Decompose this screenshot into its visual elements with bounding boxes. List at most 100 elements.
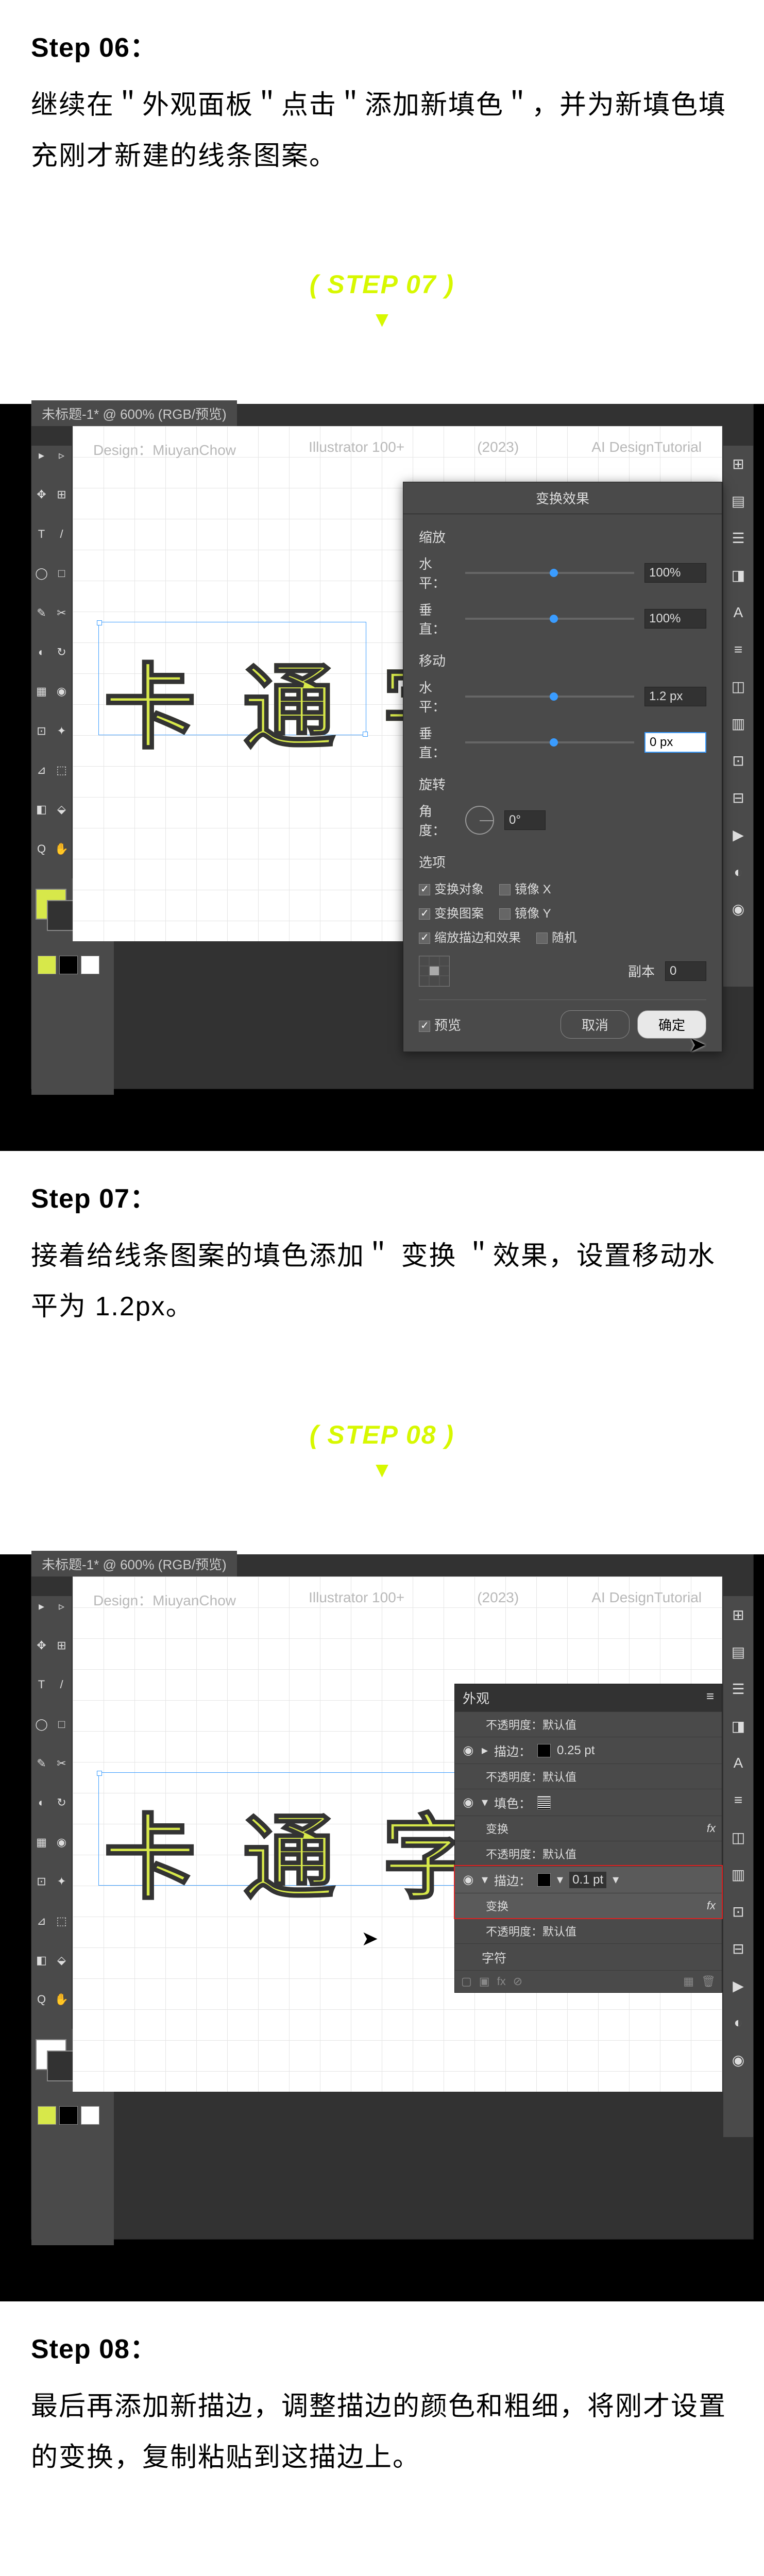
move-h-input[interactable]: 1.2 px	[644, 687, 706, 706]
visibility-toggle-icon[interactable]: ◉	[461, 1872, 476, 1887]
artboard-tool-icon[interactable]: ⬚	[52, 760, 72, 780]
align-panel-icon[interactable]: ◫	[723, 1819, 753, 1856]
visibility-toggle-icon[interactable]: ◉	[461, 1743, 476, 1758]
wand-tool-icon[interactable]: ✥	[31, 485, 52, 505]
blend-tool-icon[interactable]: ✦	[52, 1872, 72, 1892]
duplicate-item-icon[interactable]: ▦	[683, 1975, 694, 1988]
move-v-slider[interactable]	[465, 741, 634, 743]
swatches-panel-icon[interactable]: ◨	[723, 1707, 753, 1744]
stroke2-value[interactable]: 0.1 pt	[569, 1872, 606, 1888]
properties-panel-icon[interactable]: ⊞	[723, 446, 753, 483]
preview-checkbox[interactable]	[419, 1021, 430, 1032]
libraries-panel-icon[interactable]: ☰	[723, 520, 753, 557]
scale-v-slider[interactable]	[465, 618, 634, 620]
selection-tool-icon[interactable]: ▸	[31, 446, 52, 466]
stroke-row-2-selected[interactable]: ◉ ▾ 描边： ▾ 0.1 pt ▾	[455, 1866, 722, 1893]
swatch-black[interactable]	[59, 956, 78, 974]
lasso-tool-icon[interactable]: ⊞	[52, 485, 72, 505]
scale-stroke-checkbox[interactable]	[419, 933, 430, 944]
zoom-tool-icon[interactable]: Q	[31, 839, 52, 859]
type-tool-icon[interactable]: T	[31, 1675, 52, 1695]
scale-h-slider[interactable]	[465, 572, 634, 574]
opacity-row-4[interactable]: 不透明度：默认值	[455, 1918, 722, 1943]
document-tab[interactable]: 未标题-1* @ 600% (RGB/预览)	[31, 1551, 237, 1577]
swatch-white[interactable]	[81, 2106, 99, 2125]
paragraph-panel-icon[interactable]: ≡	[723, 1782, 753, 1819]
pathfinder-panel-icon[interactable]: ▥	[723, 1856, 753, 1893]
scissors-tool-icon[interactable]: ✂	[52, 1754, 72, 1774]
gradient-panel-icon[interactable]: ◉	[723, 2041, 753, 2078]
cancel-button[interactable]: 取消	[561, 1010, 630, 1039]
fill-transform-row[interactable]: 变换 fx	[455, 1816, 722, 1841]
eyedropper-tool-icon[interactable]: ⊡	[31, 721, 52, 741]
visibility-toggle-icon[interactable]: ◉	[461, 1795, 476, 1810]
paragraph-panel-icon[interactable]: ≡	[723, 631, 753, 668]
type-panel-icon[interactable]: A	[723, 594, 753, 631]
artboard-tool-icon[interactable]: ⬚	[52, 1911, 72, 1931]
slice-tool-icon[interactable]: ◧	[31, 1950, 52, 1970]
lasso-tool-icon[interactable]: ⊞	[52, 1636, 72, 1656]
fill-row[interactable]: ◉ ▾ 填色：	[455, 1789, 722, 1816]
perspective-tool-icon[interactable]: ⬙	[52, 800, 72, 820]
mesh-tool-icon[interactable]: ▦	[31, 682, 52, 702]
line-tool-icon[interactable]: /	[52, 1675, 72, 1695]
wand-tool-icon[interactable]: ✥	[31, 1636, 52, 1656]
rotate-tool-icon[interactable]: ◐	[31, 1793, 52, 1813]
shape-builder-tool-icon[interactable]: ⊿	[31, 1911, 52, 1931]
slice-tool-icon[interactable]: ◧	[31, 800, 52, 820]
gradient-tool-icon[interactable]: ◉	[52, 1832, 72, 1852]
ellipse-tool-icon[interactable]: ◯	[31, 564, 52, 584]
pencil-tool-icon[interactable]: ✎	[31, 603, 52, 623]
add-effect-icon[interactable]: fx	[497, 1975, 506, 1988]
panel-menu-icon[interactable]: ≡	[706, 1688, 714, 1707]
hand-tool-icon[interactable]: ✋	[52, 839, 72, 859]
mesh-tool-icon[interactable]: ▦	[31, 1832, 52, 1852]
stroke2-transform-row[interactable]: 变换 fx	[455, 1893, 722, 1918]
rectangle-tool-icon[interactable]: □	[52, 564, 72, 584]
stroke1-value[interactable]: 0.25 pt	[557, 1743, 595, 1758]
random-checkbox[interactable]	[536, 933, 548, 944]
transform-pattern-checkbox[interactable]	[419, 908, 430, 920]
add-new-fill-icon[interactable]: ▢	[461, 1975, 472, 1988]
angle-dial[interactable]	[465, 806, 494, 835]
mirror-x-checkbox[interactable]	[499, 884, 511, 895]
swatches-panel-icon[interactable]: ◨	[723, 557, 753, 594]
transform-panel-icon[interactable]: ⊡	[723, 742, 753, 779]
actions-panel-icon[interactable]: ▶	[723, 1967, 753, 2004]
stroke2-swatch[interactable]	[537, 1873, 551, 1887]
transform-panel-icon[interactable]: ⊡	[723, 1893, 753, 1930]
ellipse-tool-icon[interactable]: ◯	[31, 1714, 52, 1734]
selection-tool-icon[interactable]: ▸	[31, 1596, 52, 1616]
rectangle-tool-icon[interactable]: □	[52, 1714, 72, 1734]
gradient-panel-icon[interactable]: ◉	[723, 891, 753, 928]
layers-panel-icon[interactable]: ▤	[723, 1633, 753, 1670]
scissors-tool-icon[interactable]: ✂	[52, 603, 72, 623]
clear-appearance-icon[interactable]: ⊘	[513, 1975, 522, 1988]
swatch-yellow[interactable]	[38, 2106, 56, 2125]
scale-h-input[interactable]: 100%	[644, 563, 706, 583]
swatch-white[interactable]	[81, 956, 99, 974]
reflect-tool-icon[interactable]: ↻	[52, 642, 72, 662]
layers-panel-icon[interactable]: ▤	[723, 483, 753, 520]
line-tool-icon[interactable]: /	[52, 524, 72, 544]
angle-input[interactable]: 0°	[504, 810, 546, 830]
mirror-y-checkbox[interactable]	[499, 908, 511, 920]
pencil-tool-icon[interactable]: ✎	[31, 1754, 52, 1774]
opacity-row-1[interactable]: 不透明度：默认值	[455, 1711, 722, 1737]
opacity-row-2[interactable]: 不透明度：默认值	[455, 1764, 722, 1789]
copies-input[interactable]: 0	[665, 961, 706, 981]
type-tool-icon[interactable]: T	[31, 524, 52, 544]
move-h-slider[interactable]	[465, 696, 634, 698]
reference-point-grid[interactable]	[419, 956, 450, 987]
swatch-yellow[interactable]	[38, 956, 56, 974]
stroke-row-1[interactable]: ◉ ▸ 描边： 0.25 pt	[455, 1737, 722, 1764]
align-panel-icon[interactable]: ◫	[723, 668, 753, 705]
hand-tool-icon[interactable]: ✋	[52, 1990, 72, 2010]
scale-v-input[interactable]: 100%	[644, 609, 706, 629]
appearance-panel-icon[interactable]: ⊟	[723, 1930, 753, 1967]
color-panel-icon[interactable]: ◐	[723, 854, 753, 891]
fill-swatch[interactable]	[537, 1796, 551, 1809]
add-new-stroke-icon[interactable]: ▣	[479, 1975, 490, 1988]
perspective-tool-icon[interactable]: ⬙	[52, 1950, 72, 1970]
properties-panel-icon[interactable]: ⊞	[723, 1596, 753, 1633]
